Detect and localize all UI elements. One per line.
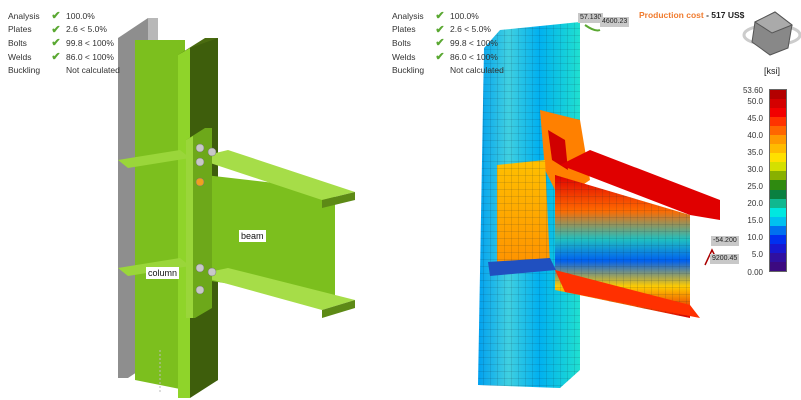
check-value: 2.6 < 5.0% [66,24,107,35]
checkmark-icon: ✔ [51,51,61,64]
check-value: 99.8 < 100% [66,37,114,48]
check-row-welds[interactable]: Welds ✔ 86.0 < 100% [8,50,120,64]
legend-color-band [770,243,786,253]
check-label: Analysis [8,10,40,21]
legend-color-band [770,144,786,154]
checkmark-icon: ✔ [51,10,61,23]
check-row-analysis[interactable]: Analysis ✔ 100.0% [392,9,504,23]
legend-color-band [770,126,786,136]
check-value: Not calculated [450,65,504,76]
checkmark-icon: ✔ [51,37,61,50]
check-row-plates[interactable]: Plates ✔ 2.6 < 5.0% [392,23,504,37]
check-value: 99.8 < 100% [450,37,498,48]
legend-tick-label: 15.0 [747,216,763,225]
legend-color-band [770,198,786,208]
legend-color-band [770,252,786,262]
legend-color-band [770,99,786,109]
fea-model [478,22,720,388]
legend-unit: [ksi] [764,66,781,76]
result-tag: 4600.23 [600,17,630,27]
check-row-bolts[interactable]: Bolts ✔ 99.8 < 100% [392,36,504,50]
production-cost: Production cost - 517 US$ [639,10,745,20]
check-value: 86.0 < 100% [450,51,498,62]
legend-color-band [770,261,786,271]
check-value: 2.6 < 5.0% [450,24,491,35]
checkmark-icon: ✔ [435,37,445,50]
checkmark-icon: ✔ [51,23,61,36]
view-cube-icon[interactable] [742,11,801,56]
check-row-analysis[interactable]: Analysis ✔ 100.0% [8,9,120,23]
check-value: 100.0% [66,10,95,21]
legend-color-band [770,153,786,163]
checkmark-icon: ✔ [435,23,445,36]
check-value: 100.0% [450,10,479,21]
legend-color-band [770,117,786,127]
legend-tick-label: 40.0 [747,131,763,140]
legend-tick-label: 10.0 [747,233,763,242]
beam-label: beam [239,230,266,242]
legend-tick-label: 35.0 [747,148,763,157]
legend-tick-label: 20.0 [747,199,763,208]
check-label: Bolts [392,37,411,48]
legend-color-band [770,108,786,118]
check-row-welds[interactable]: Welds ✔ 86.0 < 100% [392,50,504,64]
legend-color-band [770,225,786,235]
legend-color-band [770,90,786,100]
check-label: Buckling [392,65,425,76]
check-label: Bolts [8,37,27,48]
production-cost-label: Production cost [639,10,704,20]
check-summary-right: Analysis ✔ 100.0% Plates ✔ 2.6 < 5.0% Bolts ✔… [392,9,504,77]
legend-color-band [770,234,786,244]
legend-color-band [770,162,786,172]
legend-color-band [770,171,786,181]
legend-color-bar [769,89,787,272]
check-row-buckling[interactable]: Buckling Not calculated [392,63,504,77]
check-row-plates[interactable]: Plates ✔ 2.6 < 5.0% [8,23,120,37]
legend-color-band [770,207,786,217]
legend-tick-label: 0.00 [747,268,763,277]
check-value: Not calculated [66,65,120,76]
checkmark-icon: ✔ [435,10,445,23]
column-label: column [146,267,180,279]
legend-color-band [770,189,786,199]
check-label: Analysis [392,10,424,21]
check-summary-left: Analysis ✔ 100.0% Plates ✔ 2.6 < 5.0% Bolts ✔… [8,9,120,77]
legend-tick-label: 53.60 [742,86,763,95]
check-label: Buckling [8,65,41,76]
check-row-buckling[interactable]: Buckling Not calculated [8,63,120,77]
checkmark-icon: ✔ [435,51,445,64]
column-web [135,40,185,390]
check-label: Welds [392,51,416,62]
legend-color-band [770,180,786,190]
check-row-bolts[interactable]: Bolts ✔ 99.8 < 100% [8,36,120,50]
check-label: Welds [8,51,32,62]
legend-tick-label: 45.0 [747,114,763,123]
check-label: Plates [8,24,32,35]
legend-tick-label: 25.0 [747,182,763,191]
check-value: 86.0 < 100% [66,51,114,62]
legend-color-band [770,216,786,226]
legend-color-band [770,135,786,145]
legend-tick-label: 5.0 [751,250,763,259]
legend-tick-label: 30.0 [747,165,763,174]
check-label: Plates [392,24,416,35]
legend-tick-label: 50.0 [747,97,763,106]
production-cost-value: 517 US$ [711,10,745,20]
